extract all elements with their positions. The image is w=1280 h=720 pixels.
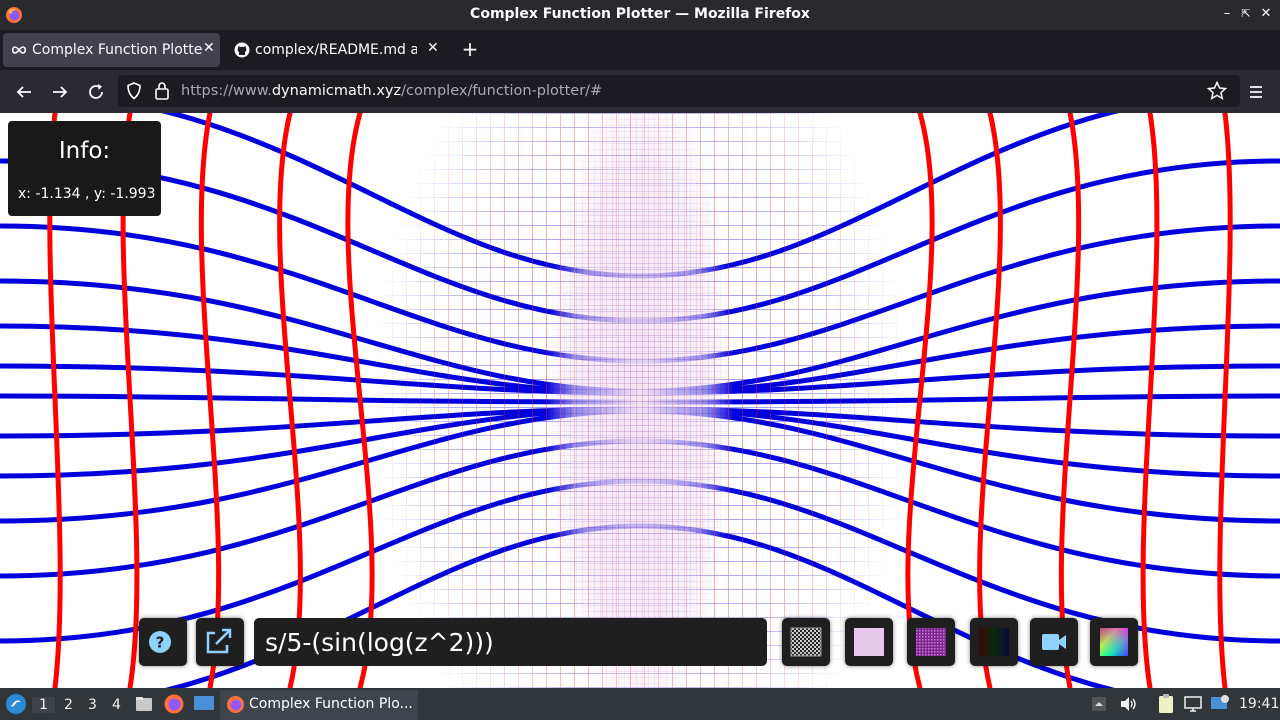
tab-strip: Complex Function Plotter ✕ complex/READM… <box>0 30 1280 70</box>
help-button[interactable]: ? <box>139 618 187 666</box>
network-icon[interactable] <box>1183 694 1203 714</box>
file-manager-icon[interactable] <box>134 694 154 714</box>
workspace-4[interactable]: 4 <box>112 697 121 713</box>
firefox-launcher-icon[interactable] <box>163 693 185 715</box>
tab-title: Complex Function Plotter <box>32 42 202 58</box>
url-prefix: https://www. <box>181 83 272 99</box>
cursor-coordinates: x: -1.134 , y: -1.993 <box>18 186 156 202</box>
bookmark-star-icon[interactable] <box>1206 80 1228 102</box>
clock: 19:41 <box>1239 696 1280 712</box>
checker-pattern-button[interactable] <box>782 618 830 666</box>
taskbar-task-firefox[interactable]: Complex Function Plo... <box>220 690 418 720</box>
info-title: Info: <box>58 138 111 164</box>
video-camera-icon <box>1042 634 1066 650</box>
color-wheel-button[interactable] <box>1090 618 1138 666</box>
record-video-button[interactable] <box>1030 618 1078 666</box>
forward-arrow-icon[interactable] <box>49 81 71 103</box>
tab-readme[interactable]: complex/README.md at ✕ <box>226 33 446 67</box>
purple-grid-icon <box>916 628 946 656</box>
start-menu-icon[interactable] <box>5 693 27 715</box>
function-plot-canvas[interactable] <box>0 113 1280 688</box>
infinity-icon <box>11 46 27 54</box>
lavender-swatch-button[interactable] <box>845 618 893 666</box>
lock-icon[interactable] <box>152 80 172 102</box>
workspace-3[interactable]: 3 <box>88 697 97 713</box>
workspace-1[interactable]: 1 <box>32 697 55 713</box>
external-link-icon <box>206 628 232 654</box>
url-path: /complex/function-plotter/# <box>401 83 603 99</box>
close-tab-button[interactable]: ✕ <box>427 40 439 56</box>
workspace-2[interactable]: 2 <box>64 697 73 713</box>
tab-complex-function-plotter[interactable]: Complex Function Plotter ✕ <box>3 33 220 67</box>
hamburger-menu-icon[interactable] <box>1245 81 1267 103</box>
url-text[interactable]: https://www.dynamicmath.xyz/complex/func… <box>181 83 602 99</box>
firefox-icon <box>227 696 244 713</box>
dark-gradient-icon <box>979 628 1009 656</box>
show-desktop-icon[interactable] <box>193 694 215 714</box>
window-title: Complex Function Plotter — Mozilla Firef… <box>470 6 810 22</box>
reload-icon[interactable] <box>85 81 107 103</box>
svg-text:?: ? <box>156 634 165 652</box>
back-arrow-icon[interactable] <box>13 81 35 103</box>
checker-pattern-icon <box>790 627 822 657</box>
open-external-button[interactable] <box>196 618 244 666</box>
color-wheel-icon <box>1100 628 1128 656</box>
maximize-button[interactable]: ⇱ <box>1237 5 1255 23</box>
plot-grid-drawing <box>0 113 1280 688</box>
url-domain: dynamicmath.xyz <box>271 83 402 99</box>
info-panel: Info: x: -1.134 , y: -1.993 <box>8 121 161 216</box>
window-title-bar: Complex Function Plotter — Mozilla Firef… <box>0 0 1280 30</box>
dark-gradient-button[interactable] <box>970 618 1018 666</box>
task-title: Complex Function Plo... <box>249 696 413 712</box>
new-tab-button[interactable]: + <box>458 37 482 61</box>
formula-input[interactable]: s/5-(sin(log(z^2))) <box>254 618 767 666</box>
close-tab-button[interactable]: ✕ <box>203 40 215 56</box>
github-icon <box>234 42 250 58</box>
volume-icon[interactable] <box>1118 694 1138 714</box>
taskbar: 1 2 3 4 Complex Function Plo... 19:41 <box>0 688 1280 720</box>
close-window-button[interactable]: ✕ <box>1257 5 1275 23</box>
shield-icon[interactable] <box>124 81 144 101</box>
minimize-button[interactable]: – <box>1218 5 1236 23</box>
help-icon: ? <box>149 631 171 653</box>
clipboard-icon[interactable] <box>1156 693 1176 715</box>
lavender-swatch-icon <box>854 628 884 656</box>
update-notification-icon[interactable] <box>1209 693 1231 715</box>
purple-grid-button[interactable] <box>907 618 955 666</box>
tab-title: complex/README.md at <box>255 42 417 58</box>
tray-arrow-icon[interactable] <box>1090 695 1108 713</box>
